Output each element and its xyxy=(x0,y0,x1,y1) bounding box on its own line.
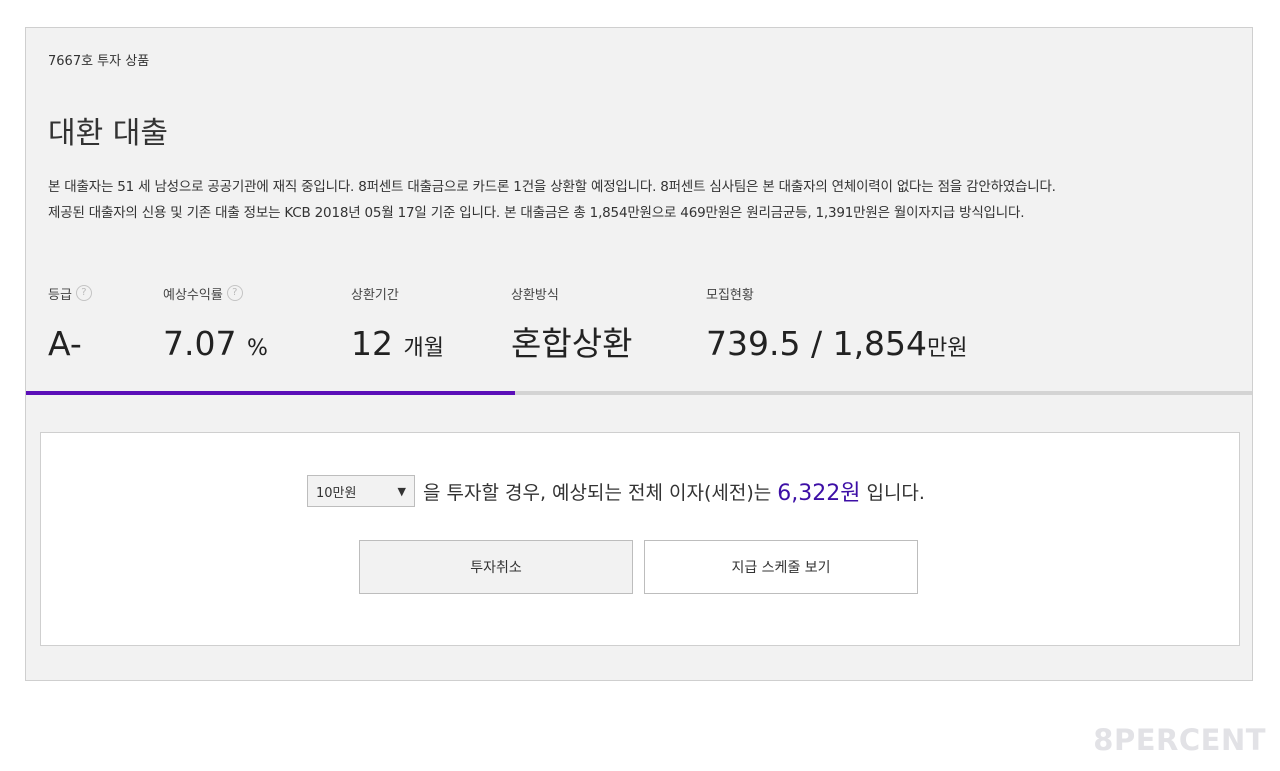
stat-yield: 예상수익률 ? 7.07 % xyxy=(163,284,268,369)
stat-yield-label: 예상수익률 xyxy=(163,287,223,303)
stat-funding: 모집현황 739.5 / 1,854만원 xyxy=(706,284,968,369)
calculator-text-before: 을 투자할 경우, 예상되는 전체 이자(세전)는 xyxy=(423,481,772,504)
amount-select[interactable]: 10만원 ▼ xyxy=(307,475,415,507)
funding-progress-fill xyxy=(26,391,516,395)
stat-grade-value: A- xyxy=(48,324,82,363)
payment-schedule-button[interactable]: 지급 스케줄 보기 xyxy=(644,540,918,594)
product-description: 본 대출자는 51 세 남성으로 공공기관에 재직 중입니다. 8퍼센트 대출금… xyxy=(48,174,1248,226)
stat-yield-value: 7.07 xyxy=(163,324,237,363)
expected-interest: 6,322원 xyxy=(777,481,861,506)
stat-grade: 등급 ? A- xyxy=(48,284,92,364)
question-circle-icon[interactable]: ? xyxy=(75,285,92,301)
stat-period-unit: 개월 xyxy=(403,336,444,361)
triangle-down-icon: ▼ xyxy=(397,484,406,498)
stat-yield-unit: % xyxy=(246,336,268,361)
investment-calculator: 10만원 ▼ 을 투자할 경우, 예상되는 전체 이자(세전)는 6,322원 … xyxy=(40,432,1240,646)
stat-funding-value: 739.5 / 1,854 xyxy=(706,324,928,363)
description-line: 본 대출자는 51 세 남성으로 공공기관에 재직 중입니다. 8퍼센트 대출금… xyxy=(48,179,1056,195)
stat-method: 상환방식 혼합상환 xyxy=(511,284,632,364)
product-title: 대환 대출 xyxy=(48,116,168,151)
product-number: 7667호 투자 상품 xyxy=(48,54,150,69)
stat-funding-label: 모집현황 xyxy=(706,287,754,303)
amount-select-value: 10만원 xyxy=(316,485,357,501)
stat-period-label: 상환기간 xyxy=(351,287,399,303)
funding-progress-bar xyxy=(26,391,1252,395)
description-line: 제공된 대출자의 신용 및 기존 대출 정보는 KCB 2018년 05월 17… xyxy=(48,205,1025,221)
stat-period-value: 12 xyxy=(351,324,393,363)
stat-grade-label: 등급 xyxy=(48,287,72,303)
brand-logo: 8PERCENT xyxy=(1093,723,1266,757)
cancel-investment-button[interactable]: 투자취소 xyxy=(359,540,633,594)
stat-method-value: 혼합상환 xyxy=(511,324,633,363)
stat-funding-unit: 만원 xyxy=(927,336,968,361)
question-circle-icon[interactable]: ? xyxy=(226,285,243,301)
product-card: 7667호 투자 상품 대환 대출 본 대출자는 51 세 남성으로 공공기관에… xyxy=(25,27,1253,681)
stat-method-label: 상환방식 xyxy=(511,287,559,303)
calculator-text-after: 입니다. xyxy=(866,481,925,504)
stat-period: 상환기간 12 개월 xyxy=(351,284,444,369)
calculator-line: 10만원 ▼ 을 투자할 경우, 예상되는 전체 이자(세전)는 6,322원 … xyxy=(307,474,925,508)
